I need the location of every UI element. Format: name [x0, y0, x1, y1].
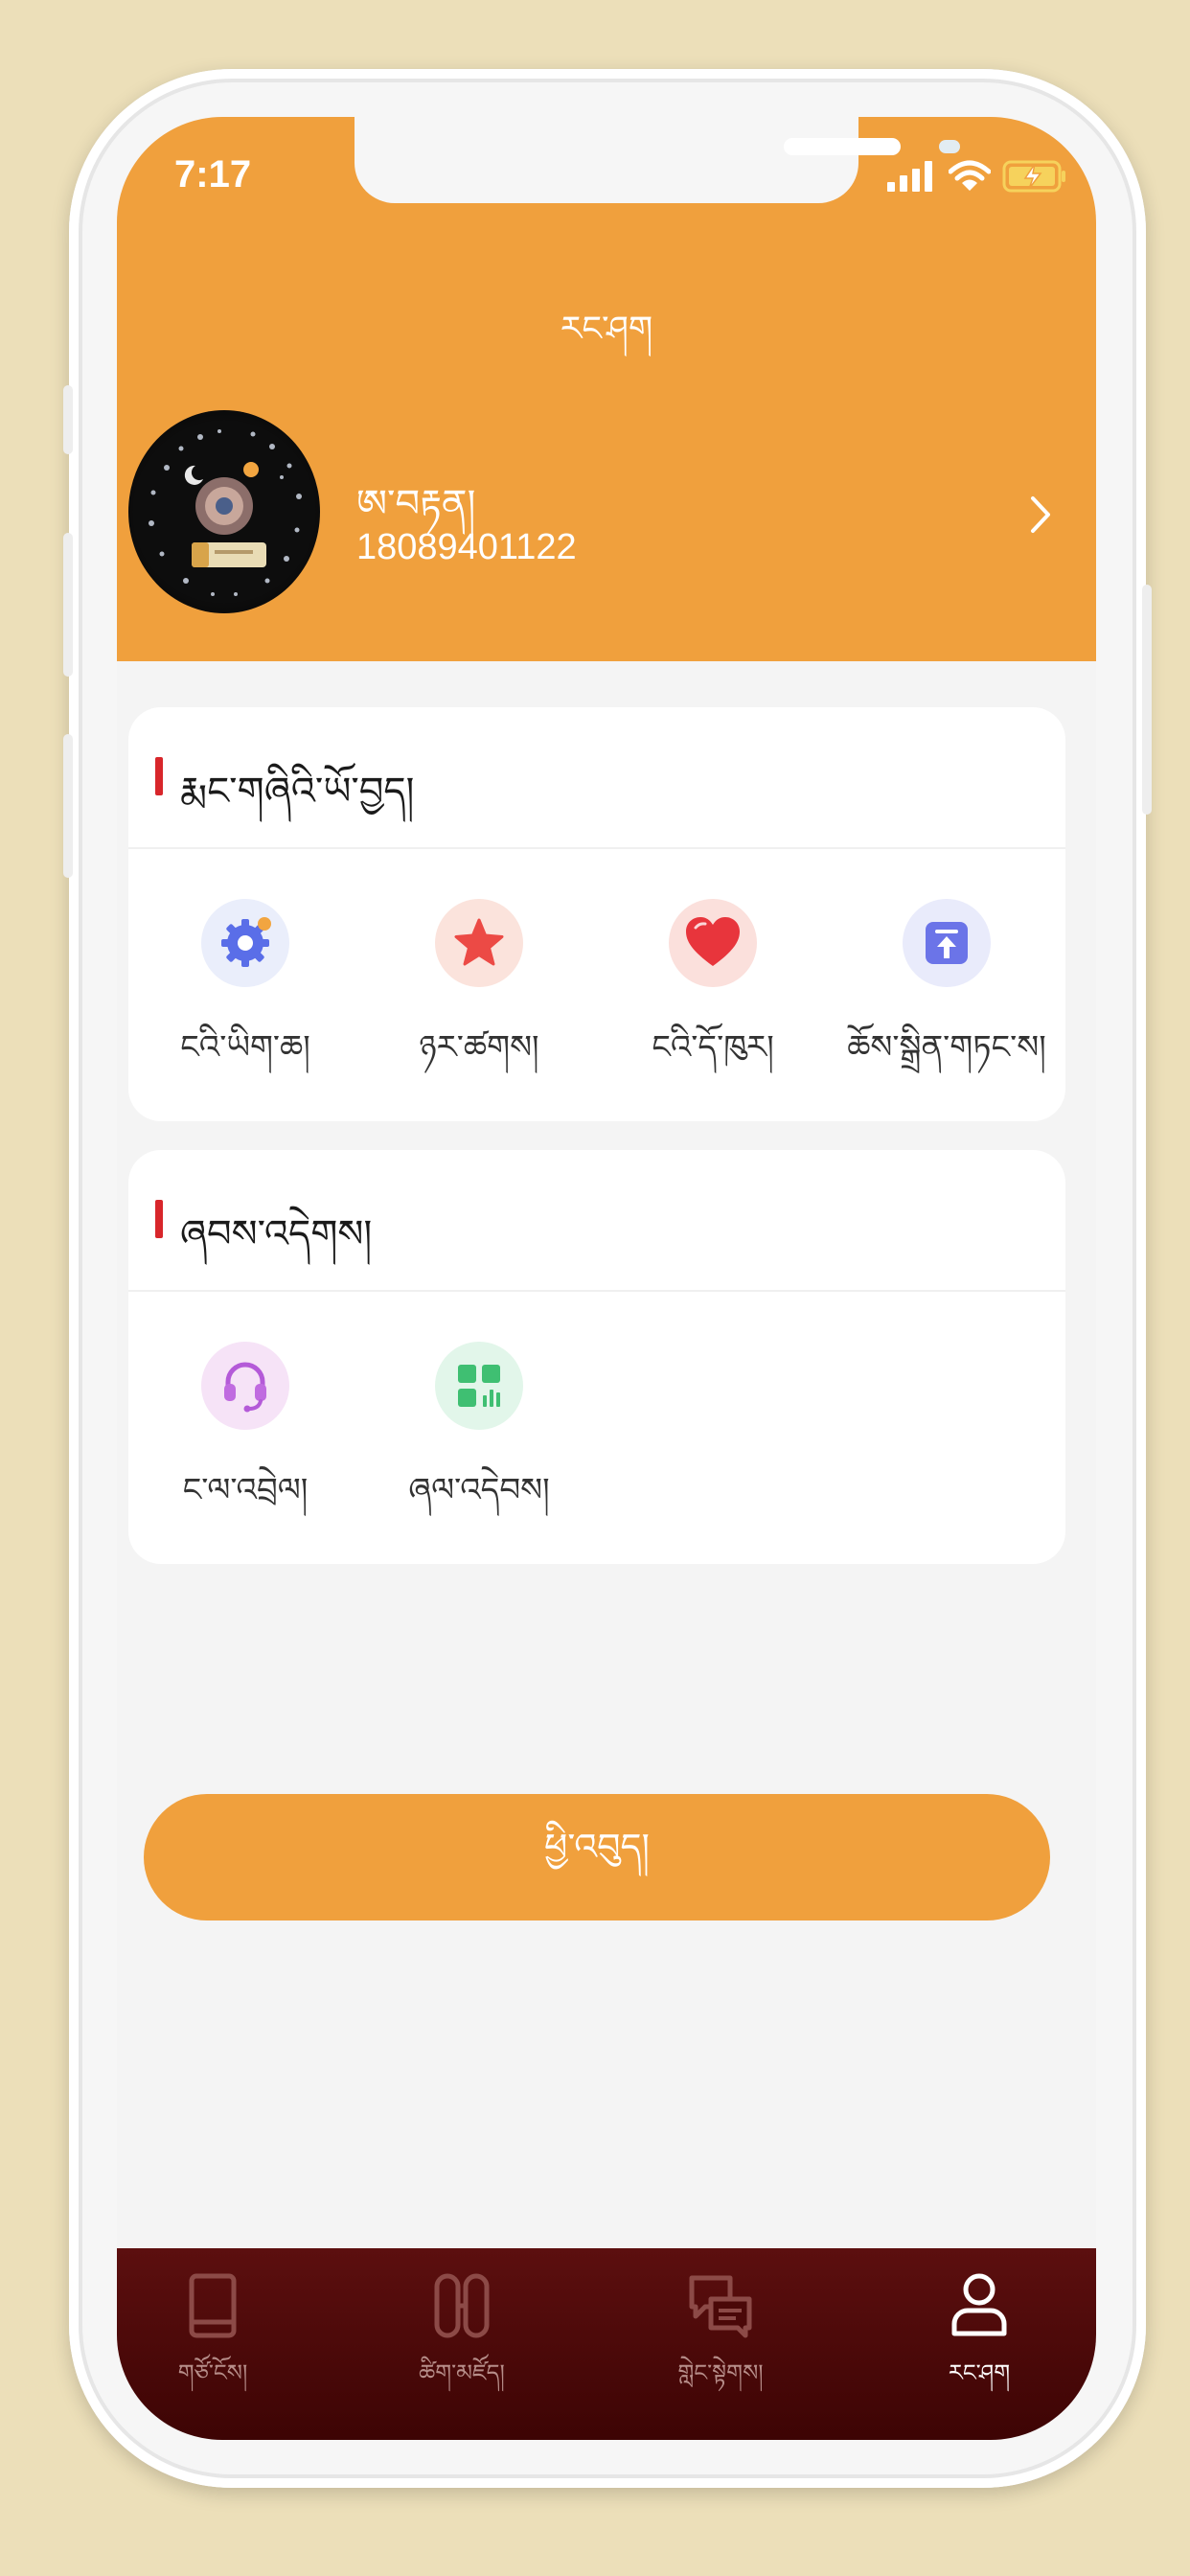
- apps-chart-icon: [435, 1342, 523, 1430]
- section-marker: [155, 757, 163, 795]
- chevron-right-icon[interactable]: [1021, 493, 1060, 537]
- tool-collection[interactable]: ཉར་ཚགས།: [362, 899, 596, 1102]
- tool-my-documents[interactable]: ངའི་ཡིག་ཆ།: [128, 899, 362, 1102]
- section-title: རྨང་གཞིའི་ཡོ་བྱད།: [180, 770, 415, 814]
- heart-icon: [669, 899, 757, 987]
- status-icons: [887, 155, 1067, 197]
- section-marker: [155, 1200, 163, 1238]
- speaker: [784, 138, 901, 155]
- headset-icon: [201, 1342, 289, 1430]
- book-icon: [117, 2267, 309, 2344]
- tool-label: ངའི་ཡིག་ཆ།: [180, 1028, 310, 1067]
- tab-forum[interactable]: གླེང་སྟེགས།: [625, 2267, 816, 2412]
- user-icon: [883, 2267, 1075, 2344]
- power-button: [1142, 585, 1152, 815]
- card-header: རྨང་གཞིའི་ཡོ་བྱད།: [128, 707, 1065, 849]
- tool-favorites[interactable]: ངའི་དོ་ཁུར།: [596, 899, 830, 1102]
- gear-icon: [201, 899, 289, 987]
- tab-label: ཚིག་མཛོད།: [419, 2359, 505, 2386]
- tab-profile[interactable]: རང་ཤག: [883, 2267, 1075, 2412]
- volume-down-button: [63, 734, 73, 878]
- signal-icon: [887, 161, 932, 192]
- logout-button[interactable]: ཕྱི་འབུད།: [144, 1794, 1050, 1920]
- avatar-image: [132, 420, 316, 604]
- tab-dictionary[interactable]: ཚིག་མཛོད།: [366, 2267, 558, 2412]
- tool-label: ངའི་དོ་ཁུར།: [652, 1028, 774, 1067]
- chat-icon: [625, 2267, 816, 2344]
- service-feedback[interactable]: ཞལ་འདེབས།: [362, 1342, 596, 1545]
- notch: [355, 117, 960, 203]
- section-title: ཞབས་འདེགས།: [180, 1212, 373, 1256]
- mute-switch: [63, 385, 73, 454]
- page-title: རང་ཤག: [560, 310, 653, 349]
- star-icon: [435, 899, 523, 987]
- app-screen: 7:17 རང་ཤག ཨ་བརྟན། 18089401122 རྨང་གཞིའི…: [117, 117, 1096, 2440]
- volume-up-button: [63, 533, 73, 677]
- bottom-tab-bar: གཙོ་ངོས། ཚིག་མཛོད། གླེང་སྟེགས། རང་ཤག: [117, 2248, 1096, 2440]
- basic-tools-card: རྨང་གཞིའི་ཡོ་བྱད། ངའི་ཡིག་ཆ། ཉར་ཚགས། ངའི…: [128, 707, 1065, 1121]
- tab-home[interactable]: གཙོ་ངོས།: [117, 2267, 309, 2412]
- service-label: ཞལ་འདེབས།: [408, 1471, 550, 1509]
- tool-dharma-upload[interactable]: ཆོས་སྒྲིན་གཏང་ས།: [830, 899, 1064, 1102]
- user-phone: 18089401122: [356, 527, 577, 567]
- card-header: ཞབས་འདེགས།: [128, 1150, 1065, 1292]
- profile-header: 7:17 རང་ཤག ཨ་བརྟན། 18089401122: [117, 117, 1096, 661]
- tab-label: གླེང་སྟེགས།: [677, 2359, 764, 2386]
- dictionary-icon: [366, 2267, 558, 2344]
- front-camera: [939, 140, 960, 153]
- tool-label: ཆོས་སྒྲིན་གཏང་ས།: [847, 1028, 1046, 1067]
- wifi-icon: [949, 160, 991, 191]
- avatar[interactable]: [128, 410, 320, 613]
- battery-charging-icon: [1002, 160, 1065, 193]
- tab-label: གཙོ་ངོས།: [177, 2359, 248, 2386]
- tab-label: རང་ཤག: [948, 2359, 1011, 2386]
- tool-label: ཉར་ཚགས།: [419, 1028, 539, 1067]
- upload-icon: [903, 899, 991, 987]
- services-card: ཞབས་འདེགས། ང་ལ་འབྲེལ། ཞལ་འདེབས།: [128, 1150, 1065, 1564]
- service-label: ང་ལ་འབྲེལ།: [182, 1471, 309, 1509]
- service-contact-us[interactable]: ང་ལ་འབྲེལ།: [128, 1342, 362, 1545]
- profile-row[interactable]: ཨ་བརྟན། 18089401122: [128, 410, 1087, 613]
- status-time: 7:17: [174, 153, 252, 196]
